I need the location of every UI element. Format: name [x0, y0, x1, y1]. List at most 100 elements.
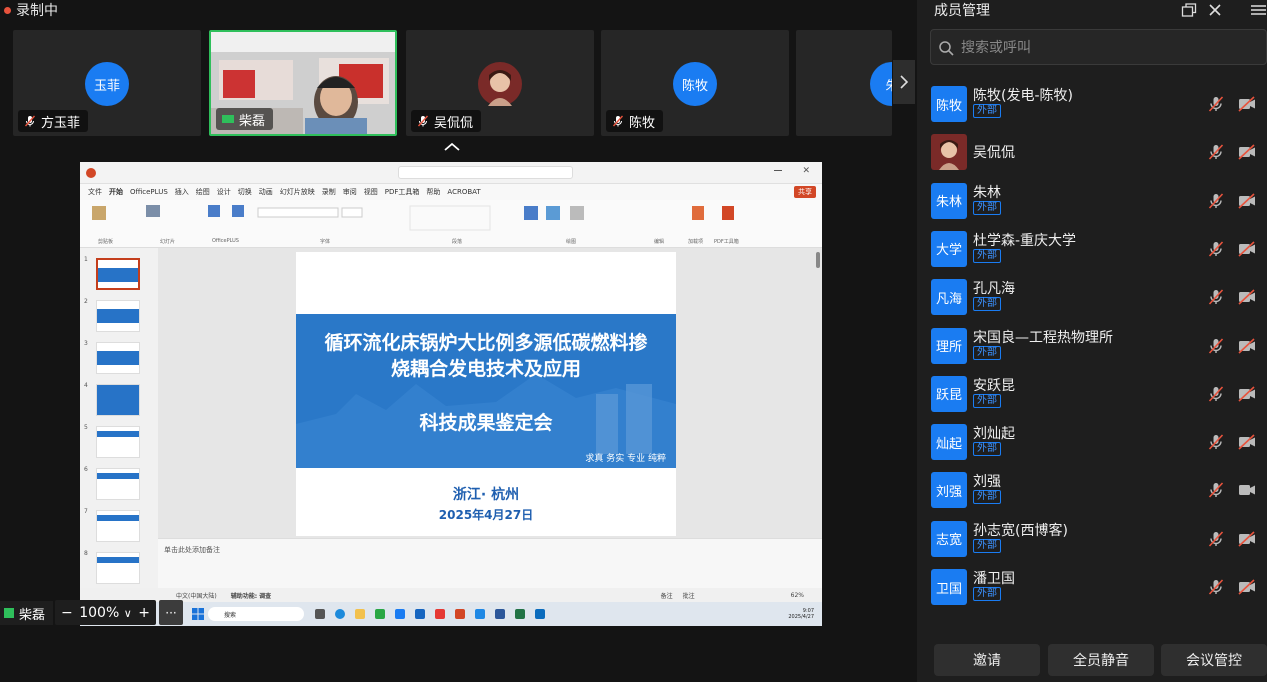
camera-off-icon[interactable]: [1237, 530, 1257, 552]
video-tile-3[interactable]: 吴侃侃: [406, 30, 594, 136]
app-icon[interactable]: [475, 609, 485, 619]
close-icon[interactable]: ✕: [802, 166, 810, 176]
menu-item[interactable]: 审阅: [343, 187, 357, 197]
excel-icon[interactable]: [515, 609, 525, 619]
menu-icon[interactable]: [1250, 2, 1266, 18]
minimize-icon[interactable]: [774, 170, 782, 171]
camera-off-icon[interactable]: [1237, 143, 1257, 165]
slide-thumb-3[interactable]: [96, 342, 140, 374]
member-row[interactable]: 刘强 刘强 外部: [917, 466, 1267, 514]
meeting-control-button[interactable]: 会议管控: [1161, 644, 1267, 676]
video-tile-active-speaker[interactable]: 柴磊: [209, 30, 397, 136]
zoom-in-button[interactable]: +: [138, 605, 150, 621]
video-tile-4[interactable]: 陈牧 陈牧: [601, 30, 789, 136]
camera-off-icon[interactable]: [1237, 385, 1257, 407]
slide-thumb-4[interactable]: [96, 384, 140, 416]
mute-all-button[interactable]: 全员静音: [1048, 644, 1154, 676]
menu-item[interactable]: 视图: [364, 187, 378, 197]
menu-item[interactable]: 帮助: [426, 187, 440, 197]
camera-off-icon[interactable]: [1237, 578, 1257, 600]
member-row[interactable]: 灿起 刘灿起 外部: [917, 418, 1267, 466]
meeting-app-icon[interactable]: [395, 609, 405, 619]
camera-off-icon[interactable]: [1237, 95, 1257, 117]
slide-thumb-2[interactable]: [96, 300, 140, 332]
member-row[interactable]: 志宽 孙志宽(西博客) 外部: [917, 515, 1267, 563]
member-row[interactable]: 跃昆 安跃昆 外部: [917, 370, 1267, 418]
taskbar-clock[interactable]: 9:07 2025/4/27: [788, 608, 814, 620]
app-icon[interactable]: [415, 609, 425, 619]
taskbar-search[interactable]: 搜索: [208, 607, 304, 621]
current-slide[interactable]: 循环流化床锅炉大比例多源低碳燃料掺 烧耦合发电技术及应用 科技成果鉴定会 求真 …: [296, 252, 676, 536]
menu-item[interactable]: 插入: [175, 187, 189, 197]
more-button[interactable]: ···: [159, 600, 183, 625]
member-row[interactable]: 大学 杜学森-重庆大学 外部: [917, 225, 1267, 273]
folder-icon[interactable]: [355, 609, 365, 619]
video-tile-5-partial[interactable]: 朱: [796, 30, 892, 136]
camera-off-icon[interactable]: [1237, 433, 1257, 455]
member-row[interactable]: 吴侃侃: [917, 128, 1267, 176]
camera-icon[interactable]: [1237, 481, 1257, 503]
comments-toggle[interactable]: 批注: [683, 591, 695, 600]
collapse-strip-button[interactable]: [440, 138, 464, 156]
close-icon[interactable]: [1207, 2, 1223, 18]
zoom-level[interactable]: 62%: [791, 592, 804, 599]
menu-item[interactable]: 幻灯片放映: [280, 187, 315, 197]
notes-toggle[interactable]: 备注: [661, 591, 673, 600]
shared-screen[interactable]: ✕ 文件 开始 OfficePLUS 插入 绘图 设计 切换 动画 幻灯片放映 …: [80, 162, 822, 626]
share-button[interactable]: 共享: [794, 186, 816, 198]
member-search-input[interactable]: 搜索或呼叫: [930, 29, 1267, 65]
mic-muted-icon[interactable]: [1207, 192, 1225, 214]
acrobat-icon[interactable]: [435, 609, 445, 619]
windows-start-icon[interactable]: [192, 608, 204, 620]
next-page-button[interactable]: [893, 60, 915, 104]
slide-thumb-1[interactable]: [96, 258, 140, 290]
member-row[interactable]: 理所 宋国良—工程热物理所 外部: [917, 322, 1267, 370]
mic-muted-icon[interactable]: [1207, 240, 1225, 262]
video-tile-1[interactable]: 玉菲 方玉菲: [13, 30, 201, 136]
word-icon[interactable]: [495, 609, 505, 619]
mic-muted-icon[interactable]: [1207, 530, 1225, 552]
slide-thumb-5[interactable]: [96, 426, 140, 458]
mic-muted-icon[interactable]: [1207, 578, 1225, 600]
menu-item[interactable]: ACROBAT: [447, 188, 480, 196]
notes-pane[interactable]: 单击此处添加备注: [158, 538, 822, 588]
accessibility-status[interactable]: 辅助功能: 调查: [231, 591, 272, 600]
wechat-icon[interactable]: [375, 609, 385, 619]
menu-item[interactable]: 切换: [238, 187, 252, 197]
member-row[interactable]: 卫国 潘卫国 外部: [917, 563, 1267, 611]
member-row[interactable]: 朱林 朱林 外部: [917, 177, 1267, 225]
menu-item[interactable]: PDF工具箱: [385, 187, 420, 197]
mic-muted-icon[interactable]: [1207, 385, 1225, 407]
camera-off-icon[interactable]: [1237, 192, 1257, 214]
menu-item[interactable]: 录制: [322, 187, 336, 197]
slide-thumb-8[interactable]: [96, 552, 140, 584]
app-icon[interactable]: [535, 609, 545, 619]
camera-off-icon[interactable]: [1237, 337, 1257, 359]
powerpoint-icon[interactable]: [455, 609, 465, 619]
mic-muted-icon[interactable]: [1207, 143, 1225, 165]
invite-button[interactable]: 邀请: [934, 644, 1040, 676]
edge-icon[interactable]: [335, 609, 345, 619]
camera-off-icon[interactable]: [1237, 288, 1257, 310]
menu-item[interactable]: OfficePLUS: [130, 188, 168, 196]
menu-item[interactable]: 文件: [88, 187, 102, 197]
member-row[interactable]: 凡海 孔凡海 外部: [917, 273, 1267, 321]
mic-muted-icon[interactable]: [1207, 95, 1225, 117]
slide-thumb-6[interactable]: [96, 468, 140, 500]
mic-muted-icon[interactable]: [1207, 288, 1225, 310]
zoom-out-button[interactable]: −: [61, 605, 73, 621]
mic-muted-icon[interactable]: [1207, 433, 1225, 455]
menu-item[interactable]: 设计: [217, 187, 231, 197]
menu-item[interactable]: 动画: [259, 187, 273, 197]
menu-item[interactable]: 绘图: [196, 187, 210, 197]
member-row[interactable]: 陈牧 陈牧(发电-陈牧) 外部: [917, 80, 1267, 128]
camera-off-icon[interactable]: [1237, 240, 1257, 262]
taskview-icon[interactable]: [315, 609, 325, 619]
zoom-value[interactable]: 100% ∨: [79, 605, 132, 621]
menu-item[interactable]: 开始: [109, 187, 123, 197]
mic-muted-icon[interactable]: [1207, 337, 1225, 359]
ppt-search-box[interactable]: [398, 166, 573, 179]
mic-muted-icon[interactable]: [1207, 481, 1225, 503]
scrollbar[interactable]: [816, 252, 820, 268]
slide-thumb-7[interactable]: [96, 510, 140, 542]
